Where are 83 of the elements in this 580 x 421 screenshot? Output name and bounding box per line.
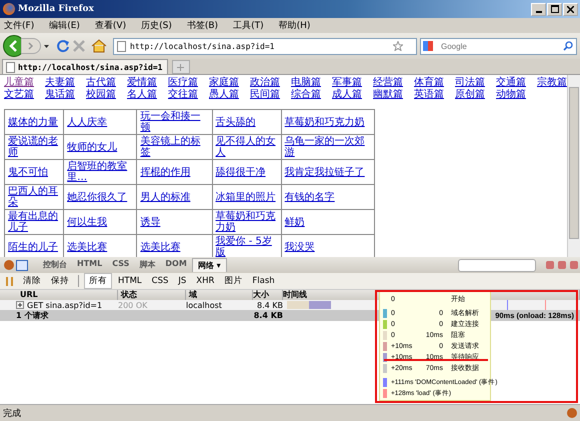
category-link[interactable]: 体育篇 (414, 77, 444, 89)
category-link[interactable]: 家庭篇 (209, 77, 239, 89)
category-link[interactable]: 校园篇 (86, 89, 116, 101)
category-link[interactable]: 动物篇 (496, 89, 526, 101)
filter-button[interactable]: 所有 (84, 273, 112, 289)
category-link[interactable]: 电脑篇 (291, 77, 321, 89)
menu-item[interactable]: 查看(V) (94, 19, 126, 32)
caret-icon[interactable] (44, 44, 49, 48)
status-text: 完成 (3, 408, 21, 420)
category-link[interactable]: 夫妻篇 (45, 77, 75, 89)
request-size: 8.4 KB (256, 300, 284, 310)
panel-tab[interactable]: HTML (72, 258, 108, 272)
category-link[interactable]: 军事篇 (332, 77, 362, 89)
star-icon[interactable] (393, 40, 403, 50)
panel-tab[interactable]: 网络 ▾ (192, 258, 227, 272)
window-title: Mozilla Firefox (18, 4, 95, 14)
toolbar-button[interactable]: 保持 (47, 274, 73, 288)
filter-button[interactable]: JS (174, 275, 190, 287)
category-link[interactable]: 政治篇 (250, 77, 280, 89)
request-status: 200 OK (118, 300, 148, 310)
bug-icon[interactable] (567, 408, 577, 418)
home-icon[interactable] (91, 39, 107, 53)
search-icon[interactable] (563, 40, 573, 50)
filter-button[interactable]: XHR (192, 275, 218, 287)
category-link[interactable]: 宗教篇 (537, 77, 567, 89)
category-link[interactable]: 原创篇 (455, 89, 485, 101)
category-link[interactable]: 愚人篇 (209, 89, 239, 101)
new-tab-button[interactable] (172, 60, 190, 74)
category-link[interactable]: 司法篇 (455, 77, 485, 89)
request-count: 1 个请求 (15, 310, 50, 321)
category-link[interactable]: 文艺篇 (4, 89, 34, 101)
category-link[interactable]: 英语篇 (414, 89, 444, 101)
filter-button[interactable]: Flash (248, 275, 279, 287)
menu-item[interactable]: 文件(F) (4, 19, 34, 32)
menu-item[interactable]: 书签(B) (186, 19, 218, 32)
minimize-button[interactable] (531, 2, 546, 16)
search-field[interactable]: Google (420, 38, 577, 54)
category-link[interactable]: 医疗篇 (168, 77, 198, 89)
menu-item[interactable]: 历史(S) (141, 19, 172, 32)
request-url[interactable]: GET sina.asp?id=1 (27, 300, 102, 310)
category-link[interactable]: 爱情篇 (127, 77, 157, 89)
filter-button[interactable]: CSS (148, 275, 172, 287)
search-field[interactable] (458, 258, 536, 272)
panel-tab[interactable]: 控制台 (38, 258, 72, 272)
stop-button[interactable] (73, 40, 85, 52)
address-field[interactable]: http://localhost/sina.asp?id=1 (113, 38, 417, 54)
plus-icon (177, 64, 184, 70)
filter-button[interactable]: HTML (114, 275, 146, 287)
bug-icon[interactable] (4, 260, 14, 270)
firefox-logo-icon (3, 3, 15, 15)
panel-tab[interactable]: CSS (107, 258, 134, 272)
restore-button[interactable] (547, 2, 562, 16)
page-icon (117, 40, 126, 52)
reload-button[interactable] (56, 39, 70, 53)
menu-item[interactable]: 帮助(H) (278, 19, 310, 32)
category-link[interactable]: 交通篇 (496, 77, 526, 89)
inspect-icon[interactable] (16, 260, 28, 270)
category-link[interactable]: 成人篇 (332, 89, 362, 101)
close-icon (567, 6, 574, 12)
scrollbar[interactable] (567, 75, 580, 257)
category-link[interactable]: 幽默篇 (373, 89, 403, 101)
expand-icon[interactable] (16, 301, 24, 309)
menu-item[interactable]: 编辑(E) (49, 19, 80, 32)
category-link[interactable]: 经营篇 (373, 77, 403, 89)
detach-button[interactable] (558, 261, 566, 269)
toolbar-button[interactable]: 清除 (19, 274, 45, 288)
request-domain: localhost (186, 300, 223, 310)
close-button[interactable] (563, 2, 578, 16)
category-link[interactable]: 古代篇 (86, 77, 116, 89)
category-link[interactable]: 交往篇 (168, 89, 198, 101)
category-link[interactable]: 名人篇 (127, 89, 157, 101)
panel-tab[interactable]: 脚本 (134, 258, 160, 272)
category-link[interactable]: 民间篇 (250, 89, 280, 101)
category-link[interactable]: 鬼话篇 (45, 89, 75, 101)
search-engine-icon[interactable] (423, 40, 433, 50)
category-link[interactable]: 综合篇 (291, 89, 321, 101)
category-link[interactable]: 儿童篇 (4, 77, 34, 89)
panel-tab[interactable]: DOM (160, 258, 192, 272)
menu-item[interactable]: 工具(T) (233, 19, 264, 32)
total-size: 8.4 KB (253, 311, 284, 320)
pause-icon[interactable] (6, 276, 13, 286)
filter-button[interactable]: 图片 (220, 274, 246, 288)
browser-tab[interactable]: http://localhost/sina.asp?id=1 (2, 59, 168, 74)
